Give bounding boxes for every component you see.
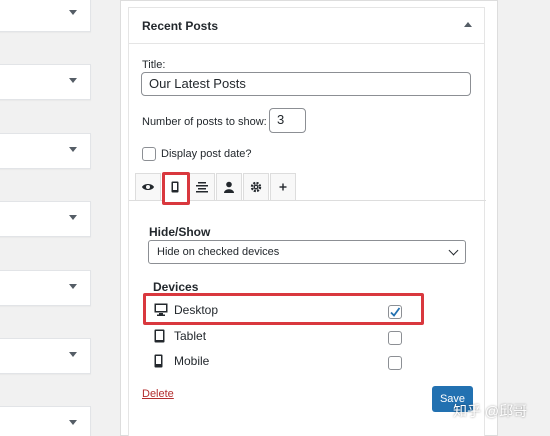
collapsed-widget[interactable] [0, 64, 91, 100]
device-row-tablet: Tablet [154, 327, 414, 347]
mobile-checkbox[interactable] [388, 356, 402, 370]
collapsed-widget[interactable] [0, 406, 91, 436]
desktop-row-highlight [143, 293, 424, 325]
eye-icon [142, 184, 154, 190]
recent-posts-widget: Recent Posts Title: Our Latest Posts Num… [128, 7, 486, 436]
tab-settings[interactable] [243, 173, 269, 201]
hide-show-selected-value: Hide on checked devices [157, 246, 280, 258]
widget-title: Recent Posts [142, 19, 219, 33]
caret-down-icon[interactable] [69, 215, 77, 220]
collapsed-widgets-column [0, 0, 92, 436]
user-icon [224, 181, 234, 193]
title-input[interactable]: Our Latest Posts [141, 72, 471, 96]
number-of-posts-input[interactable]: 3 [269, 108, 306, 133]
widget-area: Recent Posts Title: Our Latest Posts Num… [120, 0, 498, 436]
caret-down-icon[interactable] [69, 352, 77, 357]
devices-heading: Devices [153, 280, 199, 294]
display-date-label: Display post date? [161, 148, 252, 160]
align-center-icon [196, 182, 208, 193]
watermark: 知乎 @邱哥 [453, 403, 528, 419]
tablet-icon [154, 329, 165, 343]
tab-user-roles[interactable] [216, 173, 242, 201]
delete-link[interactable]: Delete [142, 388, 174, 400]
title-field-label: Title: [142, 59, 166, 71]
collapsed-widget[interactable] [0, 201, 91, 237]
widget-header[interactable]: Recent Posts [129, 8, 484, 44]
device-row-mobile: Mobile [154, 352, 414, 372]
number-of-posts-label: Number of posts to show: [142, 116, 267, 128]
caret-down-icon[interactable] [69, 284, 77, 289]
tab-add[interactable] [270, 173, 296, 201]
mobile-icon [154, 354, 163, 368]
device-label-mobile: Mobile [174, 354, 210, 368]
chevron-down-icon [448, 245, 459, 256]
hide-show-heading: Hide/Show [149, 225, 211, 239]
tablet-checkbox[interactable] [388, 331, 402, 345]
gear-icon [250, 181, 262, 193]
caret-down-icon[interactable] [69, 420, 77, 425]
tab-alignment[interactable] [189, 173, 215, 201]
collapsed-widget[interactable] [0, 270, 91, 306]
caret-down-icon[interactable] [69, 78, 77, 83]
collapsed-widget[interactable] [0, 0, 91, 32]
tab-visibility[interactable] [135, 173, 161, 201]
plus-icon [279, 183, 287, 191]
display-date-checkbox[interactable] [142, 147, 156, 161]
collapsed-widget[interactable] [0, 338, 91, 374]
hide-show-select[interactable]: Hide on checked devices [148, 240, 466, 264]
caret-down-icon[interactable] [69, 10, 77, 15]
device-label-tablet: Tablet [174, 329, 207, 343]
caret-down-icon[interactable] [69, 147, 77, 152]
collapsed-widget[interactable] [0, 133, 91, 169]
collapse-toggle-icon[interactable] [464, 22, 472, 27]
devices-tab-highlight [162, 172, 190, 205]
